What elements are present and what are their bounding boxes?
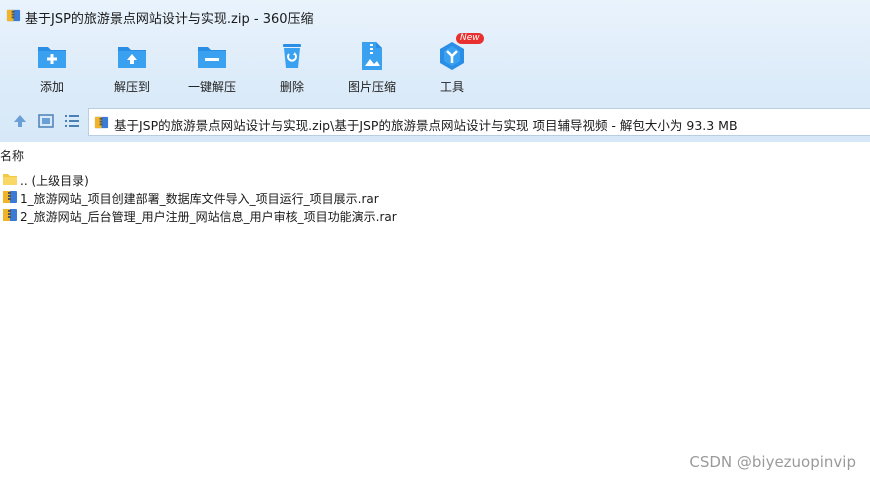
list-item-parent-dir[interactable]: .. (上级目录) [0, 170, 870, 188]
tools-icon [440, 42, 464, 70]
list-view-icon[interactable] [63, 112, 81, 130]
image-compress-button[interactable]: 图片压缩 [332, 38, 412, 100]
rar-archive-icon [3, 209, 17, 221]
tools-button[interactable]: New 工具 [412, 33, 492, 100]
add-button[interactable]: 添加 [12, 38, 92, 100]
one-click-extract-icon [198, 47, 226, 68]
add-folder-icon [38, 47, 66, 68]
trash-icon [283, 44, 301, 68]
image-compress-label: 图片压缩 [347, 80, 396, 94]
zip-archive-icon [94, 116, 109, 129]
tools-label: 工具 [439, 80, 464, 94]
window-chrome: 基于JSP的旅游景点网站设计与实现.zip - 360压缩 添加 解压到 一键解… [0, 0, 870, 142]
one-click-extract-label: 一键解压 [187, 80, 236, 94]
column-header-name[interactable]: 名称 [0, 147, 24, 164]
rar-archive-icon [3, 191, 17, 203]
extract-to-button[interactable]: 解压到 [92, 38, 172, 100]
new-badge: New [456, 33, 484, 44]
address-bar[interactable]: 基于JSP的旅游景点网站设计与实现.zip\基于JSP的旅游景点网站设计与实现 … [88, 108, 870, 136]
extract-to-icon [118, 47, 146, 68]
extract-to-label: 解压到 [113, 80, 150, 94]
one-click-extract-button[interactable]: 一键解压 [172, 38, 252, 100]
list-item-label: 1_旅游网站_项目创建部署_数据库文件导入_项目运行_项目展示.rar [20, 192, 379, 206]
zip-archive-icon [6, 9, 21, 22]
watermark: CSDN @biyezuopinvip [689, 453, 856, 471]
folder-icon [3, 174, 17, 185]
up-arrow-icon[interactable] [11, 112, 29, 130]
image-compress-icon [362, 42, 382, 70]
file-list: 名称 .. (上级目录) 1_旅游网站_项目创建部署_数据库文件导入_项目运行_… [0, 142, 870, 481]
list-item[interactable]: 2_旅游网站_后台管理_用户注册_网站信息_用户审核_项目功能演示.rar [0, 206, 870, 224]
list-item-label: .. (上级目录) [20, 174, 89, 188]
delete-button[interactable]: 删除 [252, 38, 332, 100]
navigation-bar: 基于JSP的旅游景点网站设计与实现.zip\基于JSP的旅游景点网站设计与实现 … [0, 106, 870, 136]
delete-label: 删除 [279, 80, 304, 94]
window-title: 基于JSP的旅游景点网站设计与实现.zip - 360压缩 [25, 12, 314, 27]
thumbnail-view-icon[interactable] [37, 112, 55, 130]
list-item[interactable]: 1_旅游网站_项目创建部署_数据库文件导入_项目运行_项目展示.rar [0, 188, 870, 206]
toolbar: 添加 解压到 一键解压 删除 图片压缩 New 工具 [0, 33, 870, 100]
address-path: 基于JSP的旅游景点网站设计与实现.zip\基于JSP的旅游景点网站设计与实现 … [114, 118, 738, 133]
list-item-label: 2_旅游网站_后台管理_用户注册_网站信息_用户审核_项目功能演示.rar [20, 210, 397, 224]
title-bar: 基于JSP的旅游景点网站设计与实现.zip - 360压缩 [0, 0, 870, 32]
add-label: 添加 [39, 80, 64, 94]
